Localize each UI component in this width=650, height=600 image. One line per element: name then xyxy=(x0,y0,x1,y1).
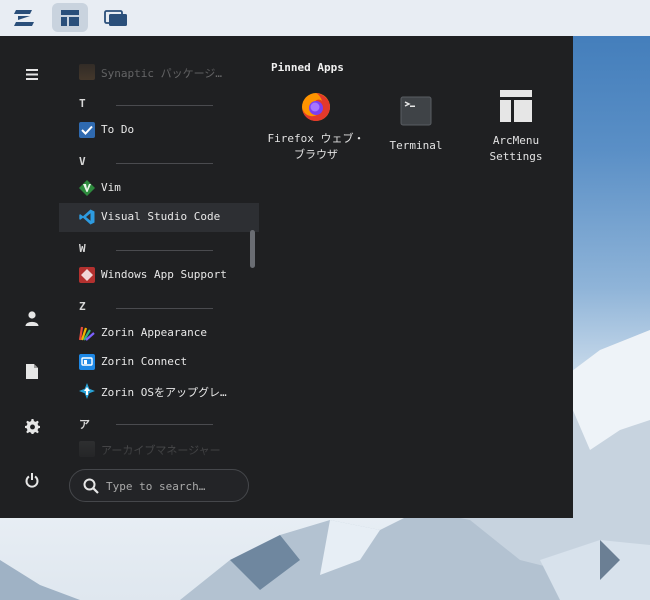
top-panel xyxy=(0,0,650,36)
list-item-zorin-appearance[interactable]: Zorin Appearance xyxy=(59,319,259,348)
arcmenu-panel: Synaptic パッケージ… T To Do V Vim Visual Stu… xyxy=(0,36,573,518)
archive-manager-icon xyxy=(79,441,95,457)
list-item-zorin-connect[interactable]: Zorin Connect xyxy=(59,348,259,377)
pinned-app-label: ArcMenu Settings xyxy=(489,134,543,163)
firefox-icon xyxy=(299,89,333,123)
zorin-connect-icon xyxy=(79,354,95,370)
list-item-label: Vim xyxy=(101,181,121,194)
section-header-v: V xyxy=(79,155,86,168)
user-icon xyxy=(25,310,39,326)
arcmenu-layout-button[interactable] xyxy=(52,3,88,32)
section-header-z: Z xyxy=(79,300,86,313)
section-divider xyxy=(116,250,213,251)
hamburger-menu-button[interactable] xyxy=(20,62,44,86)
windows-icon xyxy=(104,9,127,26)
synaptic-icon xyxy=(79,64,95,80)
zorin-logo-icon xyxy=(14,9,34,26)
terminal-icon xyxy=(399,94,433,128)
list-item-archive-manager[interactable]: アーカイブマネージャー xyxy=(59,435,259,460)
list-item-label: To Do xyxy=(101,123,135,136)
pinned-app-label: Firefox ウェブ・ブラウザ xyxy=(267,132,365,161)
list-item-label: Zorin OSをアップグレ… xyxy=(101,386,227,399)
list-item-vim[interactable]: Vim xyxy=(59,174,259,203)
hamburger-menu-icon xyxy=(26,68,38,80)
section-divider xyxy=(116,308,213,309)
wine-icon xyxy=(79,267,95,283)
todo-check-icon xyxy=(79,122,95,138)
pinned-apps-title: Pinned Apps xyxy=(271,61,344,74)
list-item-windows-app-support[interactable]: Windows App Support xyxy=(59,261,259,290)
list-item-label: アーカイブマネージャー xyxy=(101,444,221,457)
list-item-label: Synaptic パッケージ… xyxy=(101,67,223,80)
list-item-visual-studio-code[interactable]: Visual Studio Code xyxy=(59,203,259,232)
zorin-menu-button[interactable] xyxy=(6,3,42,32)
power-button[interactable] xyxy=(20,468,44,492)
list-item-label: Zorin Appearance xyxy=(101,326,207,339)
section-divider xyxy=(116,163,213,164)
section-header-a: ア xyxy=(79,418,90,431)
pinned-app-firefox[interactable]: Firefox ウェブ・ブラウザ xyxy=(266,89,366,163)
pinned-app-terminal[interactable]: Terminal xyxy=(366,94,466,154)
zorin-upgrade-icon xyxy=(79,383,95,399)
search-input[interactable] xyxy=(106,478,241,494)
pinned-app-arcmenu-settings[interactable]: ArcMenu Settings xyxy=(466,89,566,165)
zorin-appearance-icon xyxy=(79,325,95,341)
section-divider xyxy=(116,105,213,106)
app-list-scrollbar[interactable] xyxy=(250,230,255,268)
search-icon xyxy=(83,478,99,494)
list-item-zorin-upgrade[interactable]: Zorin OSをアップグレ… xyxy=(59,377,259,406)
layout-icon xyxy=(61,9,79,26)
search-box[interactable] xyxy=(69,469,249,502)
power-icon xyxy=(25,472,39,488)
vim-icon xyxy=(79,180,95,196)
section-header-t: T xyxy=(79,97,86,110)
section-divider xyxy=(116,424,213,425)
arcmenu-settings-icon xyxy=(499,89,533,123)
list-item-label: Visual Studio Code xyxy=(101,210,221,223)
list-item-label: Windows App Support xyxy=(101,268,227,281)
section-header-w: W xyxy=(79,242,86,255)
settings-button[interactable] xyxy=(20,414,44,438)
menu-sidebar xyxy=(0,36,63,518)
workspaces-button[interactable] xyxy=(98,3,134,32)
list-item-label: Zorin Connect xyxy=(101,355,188,368)
list-item-to-do[interactable]: To Do xyxy=(59,116,259,145)
document-icon xyxy=(26,363,38,379)
pinned-app-label: Terminal xyxy=(389,139,443,152)
list-item-synaptic[interactable]: Synaptic パッケージ… xyxy=(59,60,259,87)
vscode-icon xyxy=(79,209,95,225)
home-button[interactable] xyxy=(20,306,44,330)
documents-button[interactable] xyxy=(20,359,44,383)
gear-icon xyxy=(24,418,40,434)
app-list[interactable]: Synaptic パッケージ… T To Do V Vim Visual Stu… xyxy=(59,60,259,460)
